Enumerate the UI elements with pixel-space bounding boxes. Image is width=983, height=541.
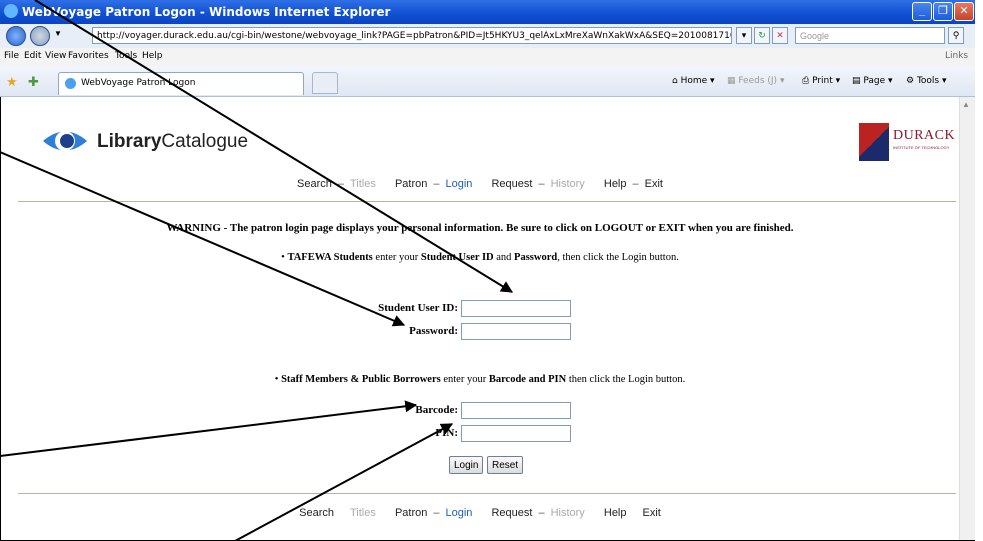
print-button[interactable]: ⎙ Print ▾ bbox=[802, 76, 840, 86]
page-button[interactable]: ▤ Page ▾ bbox=[852, 76, 893, 86]
login-button[interactable]: Login bbox=[449, 456, 484, 474]
page-content: LibraryCatalogue DURACK INSTITUTE OF TEC… bbox=[1, 97, 959, 540]
nav-history[interactable]: History bbox=[551, 178, 585, 190]
address-input[interactable]: http://voyager.durack.edu.au/cgi-bin/wes… bbox=[92, 27, 732, 44]
nav-titles[interactable]: Titles bbox=[350, 178, 376, 190]
durack-shield-icon bbox=[859, 123, 889, 161]
address-toolbar: ▼ http://voyager.durack.edu.au/cgi-bin/w… bbox=[0, 24, 975, 49]
barcode-input[interactable] bbox=[461, 402, 571, 419]
nav-search[interactable]: Search bbox=[297, 178, 332, 190]
tools-button[interactable]: ⚙ Tools ▾ bbox=[906, 76, 947, 86]
back-button[interactable] bbox=[6, 26, 26, 46]
barcode-label: Barcode: bbox=[415, 404, 458, 416]
menu-tools[interactable]: Tools bbox=[115, 51, 137, 61]
menu-view[interactable]: View bbox=[45, 51, 66, 61]
password-input[interactable] bbox=[461, 323, 571, 340]
nav-request[interactable]: Request bbox=[491, 178, 532, 190]
nav-login[interactable]: Login bbox=[445, 178, 472, 190]
pin-label: PIN: bbox=[435, 427, 458, 439]
warning-message: WARNING - The patron login page displays… bbox=[166, 222, 794, 234]
stop-icon[interactable]: ✕ bbox=[772, 27, 788, 44]
bottom-navigation: Search Titles Patron – Login Request – Histor… bbox=[299, 507, 661, 519]
library-catalogue-logo[interactable]: LibraryCatalogue bbox=[97, 131, 248, 153]
tab-title: WebVoyage Patron Logon bbox=[81, 78, 196, 88]
add-favorites-icon[interactable]: ✚ bbox=[28, 74, 39, 90]
ie-logo-icon bbox=[4, 4, 18, 18]
tab-bar: ★ ✚ WebVoyage Patron Logon ⌂ Home ▾ ▦ Fe… bbox=[0, 66, 975, 97]
forward-button[interactable] bbox=[30, 26, 50, 46]
nav-exit[interactable]: Exit bbox=[645, 178, 663, 190]
favorites-star-icon[interactable]: ★ bbox=[6, 74, 18, 90]
links-label[interactable]: Links bbox=[945, 51, 968, 61]
student-id-label: Student User ID: bbox=[378, 302, 458, 314]
search-icon[interactable]: ⚲ bbox=[948, 27, 964, 44]
address-dropdown-icon[interactable]: ▾ bbox=[736, 27, 752, 44]
nav-bottom-exit[interactable]: Exit bbox=[643, 507, 661, 519]
new-tab-button[interactable] bbox=[312, 72, 338, 94]
student-id-input[interactable] bbox=[461, 300, 571, 317]
top-navigation: Search – Titles Patron – Login Request – Histo… bbox=[297, 178, 663, 190]
search-input[interactable]: Google bbox=[795, 27, 945, 44]
nav-bottom-search[interactable]: Search bbox=[299, 507, 334, 519]
divider-top bbox=[18, 201, 956, 202]
minimize-button[interactable]: _ bbox=[912, 2, 932, 21]
pin-input[interactable] bbox=[461, 425, 571, 442]
title-bar: WebVoyage Patron Logon - Windows Interne… bbox=[0, 0, 975, 24]
nav-bottom-login[interactable]: Login bbox=[445, 507, 472, 519]
reset-button[interactable]: Reset bbox=[487, 456, 524, 474]
staff-instructions: • Staff Members & Public Borrowers enter… bbox=[274, 374, 686, 385]
nav-bottom-request[interactable]: Request bbox=[491, 507, 532, 519]
password-label: Password: bbox=[409, 325, 458, 337]
menu-file[interactable]: File bbox=[4, 51, 19, 61]
window-title: WebVoyage Patron Logon - Windows Interne… bbox=[22, 5, 391, 19]
nav-bottom-history[interactable]: History bbox=[551, 507, 585, 519]
tab-ie-icon bbox=[65, 78, 76, 89]
history-dropdown-icon[interactable]: ▼ bbox=[54, 29, 62, 38]
menu-favorites[interactable]: Favorites bbox=[68, 51, 109, 61]
tafewa-instructions: • TAFEWA Students enter your Student Use… bbox=[281, 252, 679, 263]
menu-bar: File Edit View Favorites Tools Help Link… bbox=[0, 48, 975, 67]
tab-webvoyage[interactable]: WebVoyage Patron Logon bbox=[58, 72, 304, 95]
nav-bottom-help[interactable]: Help bbox=[604, 507, 627, 519]
menu-help[interactable]: Help bbox=[142, 51, 163, 61]
durack-logo[interactable]: DURACK INSTITUTE OF TECHNOLOGY bbox=[859, 123, 957, 161]
feeds-button[interactable]: ▦ Feeds (J) ▾ bbox=[727, 76, 784, 86]
nav-bottom-titles[interactable]: Titles bbox=[350, 507, 376, 519]
nav-patron[interactable]: Patron bbox=[395, 178, 427, 190]
nav-bottom-patron[interactable]: Patron bbox=[395, 507, 427, 519]
divider-bottom bbox=[18, 493, 956, 494]
refresh-icon[interactable]: ↻ bbox=[754, 27, 770, 44]
close-button[interactable]: ✕ bbox=[954, 2, 974, 21]
library-eye-logo-icon bbox=[43, 131, 87, 151]
vertical-scrollbar[interactable]: ▲ bbox=[959, 97, 975, 540]
nav-help[interactable]: Help bbox=[604, 178, 627, 190]
scroll-up-icon[interactable]: ▲ bbox=[962, 100, 972, 110]
menu-edit[interactable]: Edit bbox=[24, 51, 41, 61]
home-button[interactable]: ⌂ Home ▾ bbox=[672, 76, 715, 86]
maximize-button[interactable]: ❐ bbox=[933, 2, 953, 21]
